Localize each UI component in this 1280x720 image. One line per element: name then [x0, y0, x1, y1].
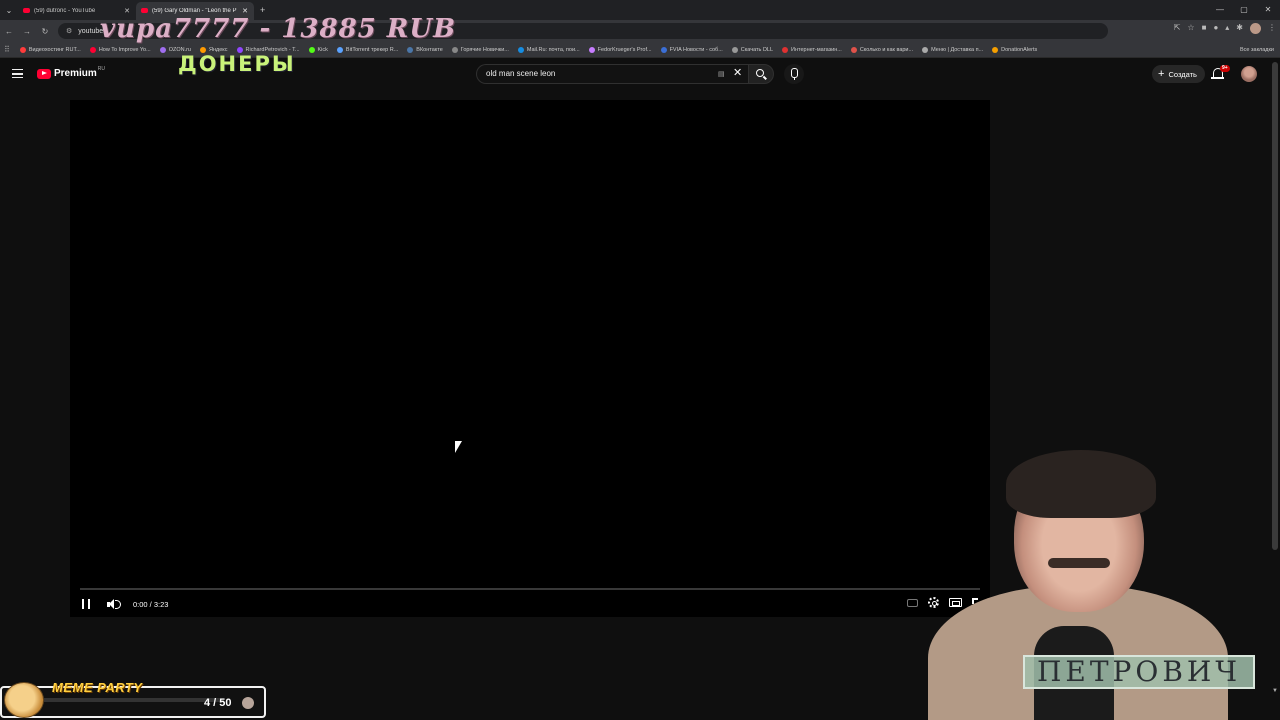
- forward-icon[interactable]: →: [18, 27, 36, 36]
- browser-menu-icon[interactable]: ⋮: [1268, 23, 1276, 34]
- brand-label: Premium: [54, 68, 97, 79]
- search-input[interactable]: old man scene leon: [476, 64, 748, 84]
- clear-search-icon[interactable]: ✕: [733, 66, 742, 79]
- search-button[interactable]: [748, 64, 774, 84]
- bookmark-item[interactable]: Mail.Ru: почта, пои...: [517, 46, 580, 53]
- site-info-icon[interactable]: ⚙: [66, 27, 72, 35]
- streamer-name-plate: ПЕТРОВИЧ: [1023, 655, 1255, 689]
- bookmark-item[interactable]: BitTorrent трекер R...: [336, 46, 399, 53]
- bookmark-favicon-icon: [660, 46, 667, 53]
- bookmark-favicon-icon: [308, 46, 315, 53]
- window-controls: — ▢ ✕: [1208, 0, 1280, 20]
- time-display: 0:00 / 3:23: [133, 600, 169, 609]
- donation-overlay-text: vupa7777 - 13885 RUB: [100, 14, 457, 44]
- bookmark-favicon-icon: [451, 46, 458, 53]
- bookmark-item[interactable]: ВКонтакте: [407, 46, 443, 53]
- maximize-button[interactable]: ▢: [1232, 0, 1256, 20]
- bookmark-favicon-icon: [850, 46, 857, 53]
- menu-icon[interactable]: [12, 69, 23, 78]
- doge-icon: [4, 682, 44, 718]
- notification-badge: 9+: [1220, 65, 1230, 72]
- bookmark-label: Горячие Новички...: [460, 46, 509, 53]
- youtube-play-icon: [37, 68, 51, 79]
- create-label: Создать: [1168, 69, 1197, 79]
- extension-icon[interactable]: ■: [1202, 23, 1207, 34]
- bookmark-item[interactable]: FVIA Новости - соб...: [660, 46, 723, 53]
- keyboard-icon[interactable]: ▤: [718, 70, 725, 78]
- bookmark-favicon-icon: [731, 46, 738, 53]
- extensions-puzzle-icon[interactable]: ✱: [1236, 23, 1243, 34]
- bookmark-label: Интернет-магазин...: [791, 46, 842, 53]
- bookmark-star-icon[interactable]: ☆: [1187, 23, 1194, 34]
- meme-progress-bar: [44, 698, 224, 702]
- bookmark-favicon-icon: [922, 46, 929, 53]
- bookmark-item[interactable]: How To Improve Yo...: [89, 46, 151, 53]
- bookmark-item[interactable]: Интернет-магазин...: [782, 46, 842, 53]
- all-bookmarks-button[interactable]: Все закладки: [1240, 42, 1274, 58]
- meme-count: 4 / 50: [204, 697, 232, 709]
- pause-icon[interactable]: [82, 599, 90, 609]
- player-controls: 0:00 / 3:23: [70, 593, 990, 617]
- coin-icon: [242, 697, 254, 709]
- youtube-favicon-icon: [23, 8, 30, 13]
- youtube-logo[interactable]: Premium RU: [37, 65, 106, 79]
- bookmark-label: Mail.Ru: почта, пои...: [526, 46, 580, 53]
- bookmark-label: Kick: [317, 46, 328, 53]
- bookmark-favicon-icon: [336, 46, 343, 53]
- bookmark-favicon-icon: [782, 46, 789, 53]
- bookmark-label: FedorKrueger's Prof...: [597, 46, 652, 53]
- country-code: RU: [97, 65, 106, 72]
- video-player[interactable]: 0:00 / 3:23: [70, 100, 990, 617]
- mouse-cursor-icon: [455, 441, 462, 453]
- progress-bar[interactable]: [80, 588, 980, 590]
- doners-overlay-title: ДОНЕРЫ: [178, 52, 296, 76]
- reload-icon[interactable]: ↻: [36, 27, 54, 36]
- extension-icon[interactable]: ●: [1213, 23, 1218, 34]
- bookmark-favicon-icon: [517, 46, 524, 53]
- streamer-mustache: [1048, 558, 1110, 568]
- bookmark-label: Скачать DLL: [740, 46, 774, 53]
- bookmark-favicon-icon: [407, 46, 414, 53]
- plus-icon: +: [1158, 68, 1165, 80]
- toolbar-icons: ⇱ ☆ ■ ● ▴ ✱ ⋮: [1174, 23, 1276, 34]
- streamer-hair: [1006, 450, 1156, 518]
- bookmark-label: Меню | Доставка п...: [931, 46, 984, 53]
- bookmark-label: How To Improve Yo...: [98, 46, 151, 53]
- bookmark-favicon-icon: [19, 46, 26, 53]
- minimize-button[interactable]: —: [1208, 0, 1232, 20]
- bookmark-label: Сколько и как вари...: [859, 46, 914, 53]
- bookmark-favicon-icon: [159, 46, 166, 53]
- meme-party-title: MEME PARTY: [52, 680, 143, 695]
- bookmark-item[interactable]: Сколько и как вари...: [850, 46, 914, 53]
- bookmark-item[interactable]: Видеохостинг RUT...: [19, 46, 81, 53]
- search-icon: [756, 69, 764, 77]
- bookmark-item[interactable]: Меню | Доставка п...: [922, 46, 984, 53]
- account-avatar[interactable]: [1241, 66, 1257, 82]
- bookmark-label: BitTorrent трекер R...: [345, 46, 399, 53]
- bookmark-label: Видеохостинг RUT...: [28, 46, 81, 53]
- back-icon[interactable]: ←: [0, 27, 18, 36]
- bookmark-favicon-icon: [588, 46, 595, 53]
- install-app-icon[interactable]: ⇱: [1174, 23, 1181, 34]
- bookmark-item[interactable]: Горячие Новички...: [451, 46, 509, 53]
- close-window-button[interactable]: ✕: [1256, 0, 1280, 20]
- bookmark-label: DonationAlerts: [1001, 46, 1038, 53]
- extension-icon[interactable]: ▴: [1225, 23, 1229, 34]
- bookmark-item[interactable]: Скачать DLL: [731, 46, 774, 53]
- volume-wave-icon: [115, 600, 121, 609]
- bookmark-favicon-icon: [89, 46, 96, 53]
- bookmark-item[interactable]: DonationAlerts: [992, 46, 1038, 53]
- tab-search-icon[interactable]: ⌄: [0, 6, 18, 15]
- create-button[interactable]: + Создать: [1152, 65, 1205, 83]
- bookmark-item[interactable]: Kick: [308, 46, 328, 53]
- screen: ⌄ (59) dutronc - YouTube ✕ (59) Gary Old…: [0, 0, 1280, 720]
- bookmark-item[interactable]: FedorKrueger's Prof...: [588, 46, 652, 53]
- voice-search-button[interactable]: [784, 64, 804, 84]
- apps-grid-icon[interactable]: ⠿: [4, 45, 10, 54]
- bookmark-favicon-icon: [992, 46, 999, 53]
- bookmark-label: FVIA Новости - соб...: [669, 46, 723, 53]
- profile-avatar[interactable]: [1250, 23, 1261, 34]
- bookmark-label: ВКонтакте: [416, 46, 443, 53]
- youtube-favicon-icon: [141, 8, 148, 13]
